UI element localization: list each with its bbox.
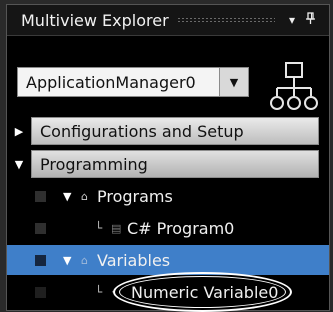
folder-icon: ⌂ [81,253,88,267]
selector-arrow-icon[interactable]: ▼ [219,68,248,96]
application-selector-value[interactable]: ApplicationManager0 [18,68,219,96]
section-configurations-and-setup[interactable]: ▶ Configurations and Setup [7,117,329,145]
multiview-explorer-panel: Multiview Explorer ▾ ApplicationManager0… [6,4,330,311]
tree-item-variables[interactable]: ▼ ⌂ Variables [7,245,329,275]
expanded-arrow-icon[interactable]: ▼ [63,254,71,267]
tree-item-label: C# Program0 [127,218,235,238]
tree-item-label: Numeric Variable0 [131,282,279,302]
panel-titlebar: Multiview Explorer ▾ [7,5,329,36]
panel-menu-dropdown-icon[interactable]: ▾ [283,13,301,27]
tree-item-programs[interactable]: ▼ ⌂ Programs [7,181,329,211]
tree-elbow-icon: └ [95,221,103,235]
panel-title: Multiview Explorer [21,10,169,30]
variable-icon: · [111,285,115,299]
tree-item-marker [35,286,46,298]
tree-item-marker [35,254,46,266]
section-label[interactable]: Programming [31,150,319,178]
expanded-arrow-icon[interactable]: ▼ [7,158,31,171]
tree-item-program0[interactable]: └ ▤ C# Program0 [7,213,329,243]
program-icon: ▤ [111,221,122,235]
tree-item-numeric-variable0[interactable]: └ · Numeric Variable0 [7,277,329,307]
tree-item-marker [35,222,46,234]
section-label[interactable]: Configurations and Setup [31,117,319,145]
pin-icon[interactable] [301,11,319,29]
section-programming[interactable]: ▼ Programming [7,150,329,178]
hierarchy-view-icon[interactable] [269,61,319,113]
application-selector[interactable]: ApplicationManager0 ▼ [17,67,249,97]
tree-item-label: Programs [97,186,173,206]
titlebar-grip[interactable] [176,17,275,23]
tree-elbow-icon: └ [95,285,103,299]
tree-item-marker [35,190,46,202]
tree-item-label: Variables [97,250,171,270]
collapsed-arrow-icon[interactable]: ▶ [7,125,31,138]
expanded-arrow-icon[interactable]: ▼ [63,190,71,203]
folder-icon: ⌂ [81,189,88,203]
